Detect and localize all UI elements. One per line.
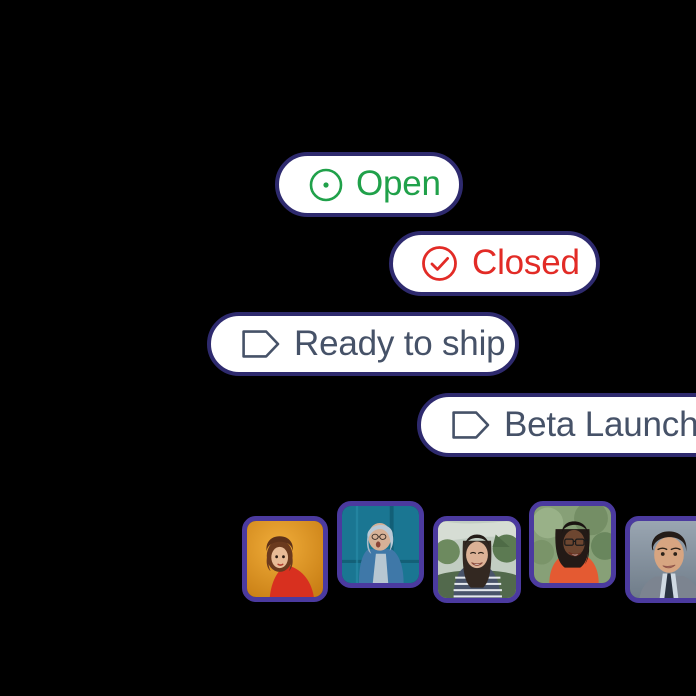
avatar[interactable] bbox=[625, 516, 696, 603]
avatar-photo bbox=[630, 521, 696, 598]
canvas: Open Closed Ready to ship Beta Launch bbox=[0, 0, 696, 696]
avatar[interactable] bbox=[529, 501, 616, 588]
status-label-closed-text: Closed bbox=[472, 243, 580, 282]
issue-opened-circle-dot-icon bbox=[307, 166, 345, 204]
status-label-ready-to-ship-text: Ready to ship bbox=[294, 323, 506, 363]
status-label-beta-launch-text: Beta Launch bbox=[504, 404, 696, 444]
status-label-open[interactable]: Open bbox=[275, 152, 463, 217]
avatar-photo bbox=[438, 521, 516, 598]
status-label-open-text: Open bbox=[356, 164, 441, 203]
avatar[interactable] bbox=[242, 516, 328, 602]
check-circle-icon bbox=[419, 243, 460, 284]
avatar[interactable] bbox=[337, 501, 424, 588]
avatar-photo bbox=[342, 506, 419, 583]
status-label-beta-launch[interactable]: Beta Launch bbox=[417, 393, 696, 457]
avatar-photo bbox=[534, 506, 611, 583]
status-label-ready-to-ship[interactable]: Ready to ship bbox=[207, 312, 519, 376]
tag-icon bbox=[241, 329, 281, 359]
tag-icon bbox=[451, 410, 491, 440]
status-label-closed[interactable]: Closed bbox=[389, 231, 600, 296]
avatar-photo bbox=[247, 521, 323, 597]
avatar[interactable] bbox=[433, 516, 521, 603]
